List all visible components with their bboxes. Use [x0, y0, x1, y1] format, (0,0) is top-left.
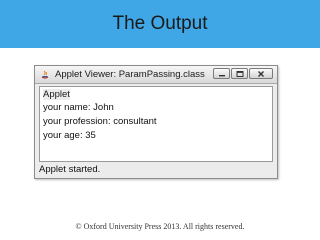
applet-panel: Applet your name: John your profession: … — [39, 86, 273, 162]
output-line-name: your name: John — [43, 102, 114, 113]
slide-title-bar: The Output — [0, 0, 320, 48]
applet-label: Applet — [43, 89, 70, 100]
applet-viewer-window: Applet Viewer: ParamPassing.class Applet… — [34, 65, 278, 179]
java-icon — [41, 70, 49, 79]
maximize-button[interactable] — [231, 68, 248, 79]
window-controls — [213, 68, 273, 79]
close-button[interactable] — [249, 68, 273, 79]
copyright-footer: © Oxford University Press 2013. All righ… — [75, 222, 245, 231]
window-title: Applet Viewer: ParamPassing.class — [55, 69, 205, 80]
status-bar-text: Applet started. — [39, 164, 101, 175]
slide-title: The Output — [112, 13, 208, 34]
close-icon — [258, 70, 264, 77]
slide: The Output Applet Viewer: ParamPassing.c… — [0, 0, 320, 240]
applet-output: your name: John your profession: consult… — [43, 101, 157, 143]
output-line-profession: your profession: consultant — [43, 116, 157, 127]
maximize-icon — [236, 70, 243, 77]
window-titlebar[interactable]: Applet Viewer: ParamPassing.class — [35, 66, 277, 84]
minimize-button[interactable] — [213, 68, 230, 79]
output-line-age: your age: 35 — [43, 130, 96, 141]
minimize-icon — [218, 74, 225, 76]
